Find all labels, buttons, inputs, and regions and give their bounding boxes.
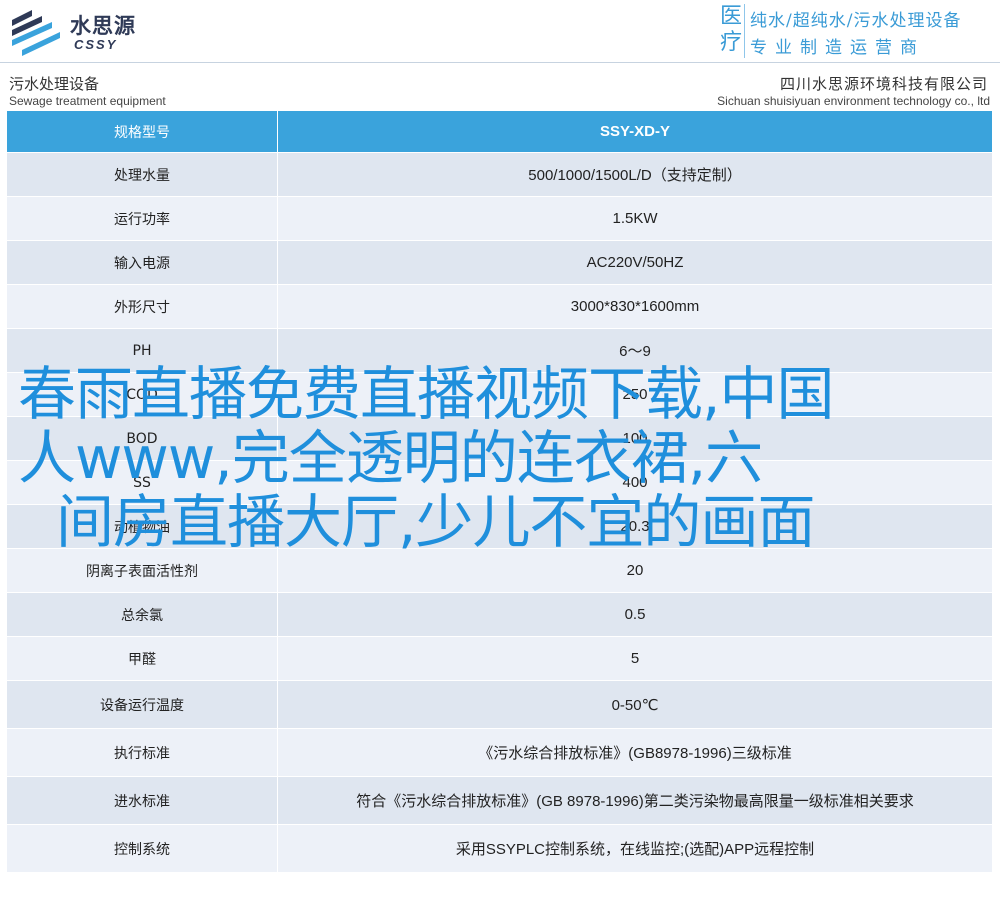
spec-table: 规格型号 SSY-XD-Y 处理水量 500/1000/1500L/D（支持定制）… [6, 110, 993, 873]
spec-value: 400 [277, 460, 993, 505]
slogan-side-label: 医疗 [718, 4, 745, 58]
spec-value: 0.5 [277, 592, 993, 637]
spec-label: 控制系统 [6, 824, 278, 873]
table-row: 处理水量 500/1000/1500L/D（支持定制） [6, 152, 993, 197]
table-row: 进水标准 符合《污水综合排放标准》(GB 8978-1996)第二类污染物最高限量… [6, 776, 993, 825]
table-row: SS 400 [6, 460, 993, 505]
table-row: 执行标准 《污水综合排放标准》(GB8978-1996)三级标准 [6, 728, 993, 777]
spec-label: 处理水量 [6, 152, 278, 197]
spec-header-label: 规格型号 [6, 110, 278, 153]
table-row: PH 6～9 [6, 328, 993, 373]
table-row: 输入电源 AC220V/50HZ [6, 240, 993, 285]
table-row: 运行功率 1.5KW [6, 196, 993, 241]
spec-value: 100 [277, 416, 993, 461]
logo-english-name: CSSY [74, 37, 118, 52]
company-name-english: Sichuan shuisiyuan environment technolog… [717, 94, 990, 108]
spec-label: 执行标准 [6, 728, 278, 777]
spec-label: 外形尺寸 [6, 284, 278, 329]
table-row: 总余氯 0.5 [6, 592, 993, 637]
table-row: 阴离子表面活性剂 20 [6, 548, 993, 593]
company-logo[interactable]: 水思源 CSSY [8, 6, 168, 56]
spec-value: 3000*830*1600mm [277, 284, 993, 329]
table-row: COD 250 [6, 372, 993, 417]
slogan-line-products: 纯水/超纯水/污水处理设备 [750, 11, 962, 31]
table-row: 控制系统 采用SSYPLC控制系统，在线监控;(选配)APP远程控制 [6, 824, 993, 873]
spec-value: 0-50℃ [277, 680, 993, 729]
logo-mark-icon [12, 10, 60, 56]
spec-label: 输入电源 [6, 240, 278, 285]
slogan-line-operator: 专业制造运营商 [750, 38, 925, 58]
spec-value: 20 [277, 548, 993, 593]
header-slogan: 医疗 纯水/超纯水/污水处理设备 专业制造运营商 [718, 4, 994, 58]
table-row: 设备运行温度 0-50℃ [6, 680, 993, 729]
spec-label: 运行功率 [6, 196, 278, 241]
spec-label: BOD [6, 416, 278, 461]
spec-label: SS [6, 460, 278, 505]
spec-label: PH [6, 328, 278, 373]
spec-value: 500/1000/1500L/D（支持定制） [277, 152, 993, 197]
table-row: 外形尺寸 3000*830*1600mm [6, 284, 993, 329]
spec-label: 设备运行温度 [6, 680, 278, 729]
table-row: 动植物油 20.3 [6, 504, 993, 549]
product-category-title: 污水处理设备 [9, 75, 100, 93]
table-row: BOD 100 [6, 416, 993, 461]
spec-value: 采用SSYPLC控制系统，在线监控;(选配)APP远程控制 [277, 824, 993, 873]
spec-value: 250 [277, 372, 993, 417]
spec-table-header: 规格型号 SSY-XD-Y [6, 110, 993, 153]
spec-value: 1.5KW [277, 196, 993, 241]
spec-label: 阴离子表面活性剂 [6, 548, 278, 593]
spec-value: AC220V/50HZ [277, 240, 993, 285]
spec-value: 6～9 [277, 328, 993, 373]
product-category-subtitle: Sewage treatment equipment [9, 94, 166, 108]
spec-label: COD [6, 372, 278, 417]
page-header: 水思源 CSSY 医疗 纯水/超纯水/污水处理设备 专业制造运营商 [0, 0, 1000, 62]
spec-label: 进水标准 [6, 776, 278, 825]
spec-label: 总余氯 [6, 592, 278, 637]
spec-value: 20.3 [277, 504, 993, 549]
company-name: 四川水思源环境科技有限公司 [779, 75, 988, 93]
spec-value: 符合《污水综合排放标准》(GB 8978-1996)第二类污染物最高限量一级标准… [277, 776, 993, 825]
spec-label: 甲醛 [6, 636, 278, 681]
spec-value: 5 [277, 636, 993, 681]
spec-label: 动植物油 [6, 504, 278, 549]
logo-chinese-name: 水思源 [70, 14, 136, 38]
spec-value: 《污水综合排放标准》(GB8978-1996)三级标准 [277, 728, 993, 777]
spec-header-value: SSY-XD-Y [277, 110, 993, 153]
header-divider [0, 62, 1000, 63]
table-row: 甲醛 5 [6, 636, 993, 681]
